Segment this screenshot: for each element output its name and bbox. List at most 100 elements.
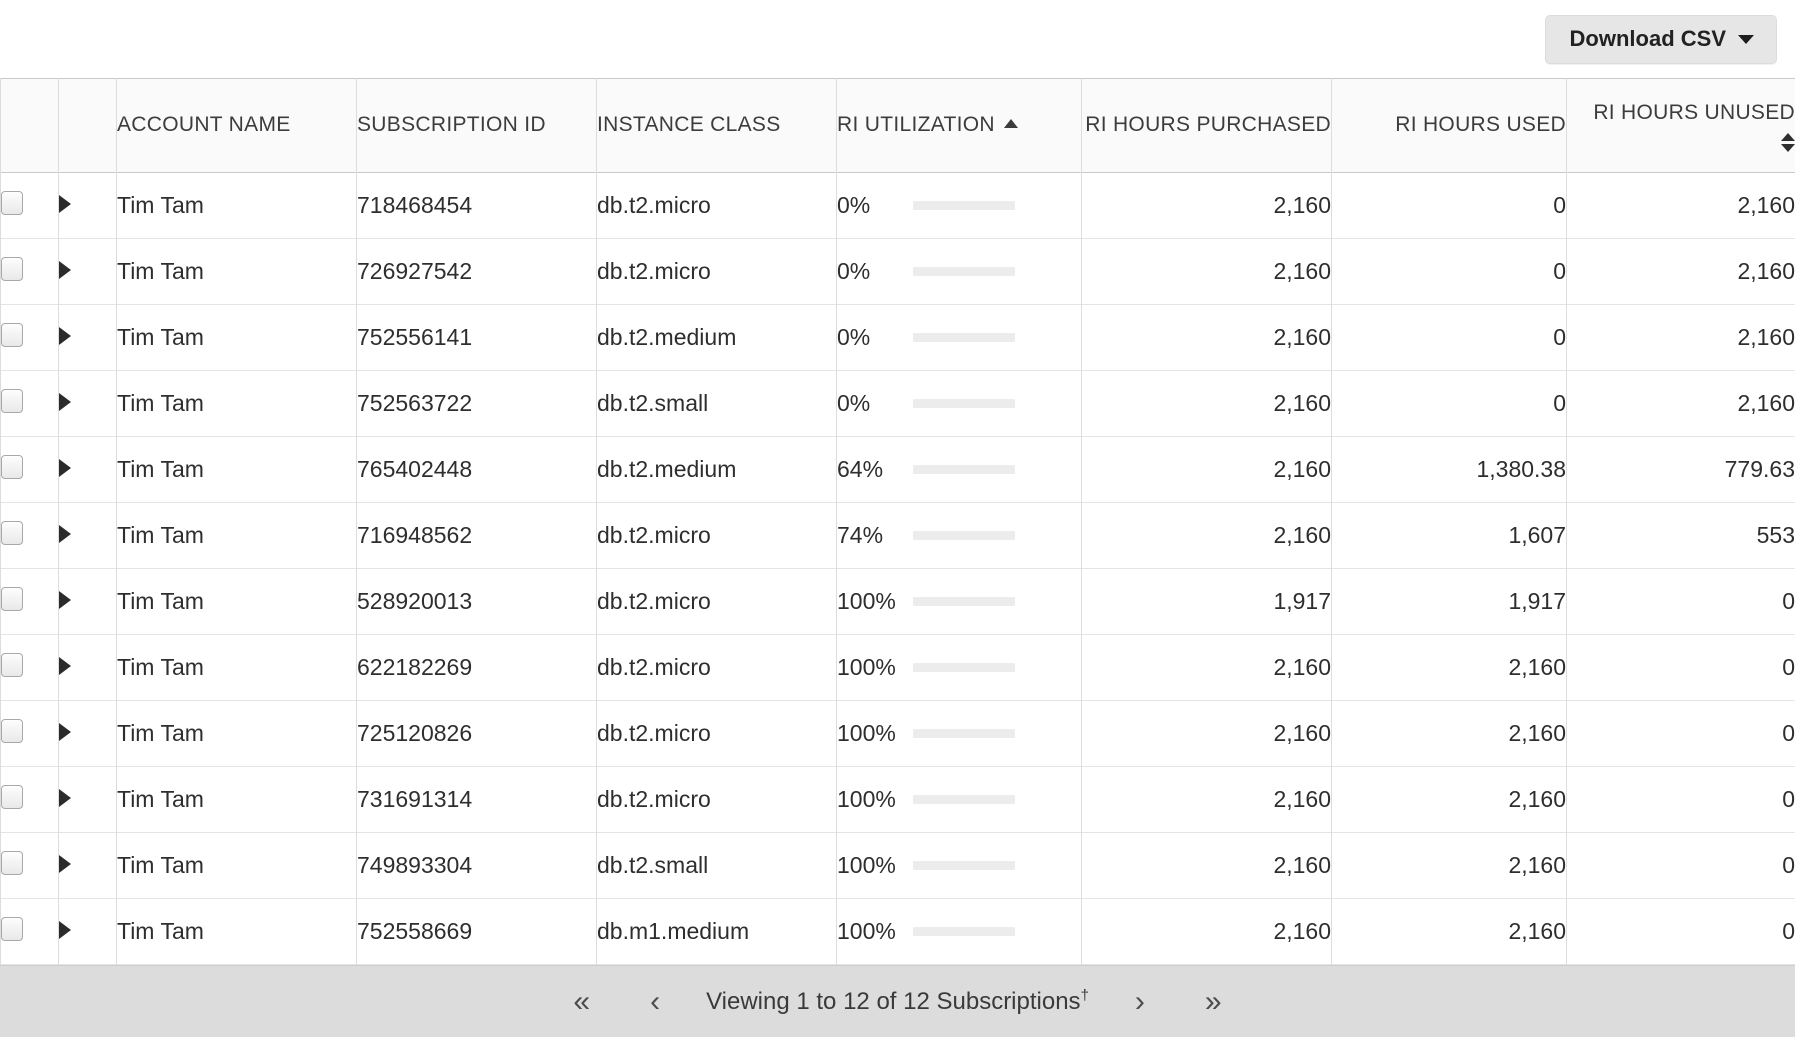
row-checkbox-cell[interactable]	[0, 436, 59, 503]
row-expand-cell[interactable]	[58, 304, 117, 371]
column-header-ri-hours-used-label: RI HOURS USED	[1395, 113, 1566, 137]
row-checkbox[interactable]	[1, 322, 23, 347]
cell-subscription-id: 752563722	[356, 370, 597, 437]
chevron-right-icon[interactable]	[59, 327, 71, 345]
row-checkbox-cell[interactable]	[0, 634, 59, 701]
pagination-last-button[interactable]: »	[1175, 986, 1252, 1017]
utilization-bar-track	[913, 729, 1015, 738]
download-csv-button[interactable]: Download CSV	[1544, 14, 1777, 64]
row-checkbox[interactable]	[1, 916, 23, 941]
column-header-ri-hours-unused[interactable]: RI HOURS UNUSED	[1566, 78, 1795, 173]
pagination-status-label: Viewing 1 to 12 of 12 Subscriptions†	[690, 987, 1105, 1016]
row-checkbox[interactable]	[1, 520, 23, 545]
table-row[interactable]: Tim Tam 726927542 db.t2.micro 0% 2,160 0 2,160	[0, 238, 1795, 305]
chevron-right-icon[interactable]	[59, 525, 71, 543]
cell-account-name: Tim Tam	[116, 634, 357, 701]
chevron-right-icon[interactable]	[59, 855, 71, 873]
utilization-percent: 0%	[837, 192, 871, 218]
table-row[interactable]: Tim Tam 731691314 db.t2.micro 100% 2,160 2,16…	[0, 766, 1795, 833]
row-expand-cell[interactable]	[58, 700, 117, 767]
row-expand-cell[interactable]	[58, 832, 117, 899]
row-expand-cell[interactable]	[58, 568, 117, 635]
pagination-next-button[interactable]: ›	[1105, 986, 1175, 1017]
chevron-right-icon[interactable]	[59, 789, 71, 807]
column-header-subscription-id[interactable]: SUBSCRIPTION ID	[356, 78, 597, 173]
row-expand-cell[interactable]	[58, 766, 117, 833]
utilization-percent: 100%	[837, 654, 896, 680]
chevron-right-icon[interactable]	[59, 723, 71, 741]
row-expand-cell[interactable]	[58, 502, 117, 569]
utilization-percent: 0%	[837, 390, 871, 416]
chevron-right-icon[interactable]	[59, 195, 71, 213]
table-row[interactable]: Tim Tam 528920013 db.t2.micro 100% 1,917 1,91…	[0, 568, 1795, 635]
chevron-right-icon[interactable]	[59, 921, 71, 939]
row-expand-cell[interactable]	[58, 370, 117, 437]
cell-ri-hours-used: 2,160	[1331, 700, 1567, 767]
column-header-ri-utilization[interactable]: RI UTILIZATION	[836, 78, 1082, 173]
cell-ri-hours-unused: 2,160	[1566, 238, 1795, 305]
row-checkbox[interactable]	[1, 586, 23, 611]
row-checkbox-cell[interactable]	[0, 766, 59, 833]
row-expand-cell[interactable]	[58, 238, 117, 305]
row-expand-cell[interactable]	[58, 634, 117, 701]
chevron-right-icon[interactable]	[59, 393, 71, 411]
pagination-prev-button[interactable]: ‹	[620, 986, 690, 1017]
row-checkbox[interactable]	[1, 256, 23, 281]
column-header-ri-hours-used[interactable]: RI HOURS USED	[1331, 78, 1567, 173]
row-checkbox-cell[interactable]	[0, 832, 59, 899]
row-checkbox-cell[interactable]	[0, 238, 59, 305]
cell-instance-class: db.t2.micro	[596, 238, 837, 305]
column-header-account-name[interactable]: ACCOUNT NAME	[116, 78, 357, 173]
cell-ri-hours-unused: 2,160	[1566, 304, 1795, 371]
table-row[interactable]: Tim Tam 622182269 db.t2.micro 100% 2,160 2,16…	[0, 634, 1795, 701]
cell-ri-utilization: 64%	[836, 436, 1082, 503]
row-checkbox[interactable]	[1, 652, 23, 677]
row-checkbox-cell[interactable]	[0, 370, 59, 437]
table-row[interactable]: Tim Tam 752563722 db.t2.small 0% 2,160 0 2,160	[0, 370, 1795, 437]
row-expand-cell[interactable]	[58, 172, 117, 239]
pagination-first-button[interactable]: «	[543, 986, 620, 1017]
cell-ri-hours-unused: 0	[1566, 832, 1795, 899]
chevron-right-icon[interactable]	[59, 591, 71, 609]
chevron-right-icon[interactable]	[59, 261, 71, 279]
cell-instance-class: db.t2.micro	[596, 634, 837, 701]
column-header-ri-hours-purchased[interactable]: RI HOURS PURCHASED	[1081, 78, 1332, 173]
subscriptions-table: ACCOUNT NAME SUBSCRIPTION ID INSTANCE CL…	[0, 78, 1795, 965]
table-row[interactable]: Tim Tam 765402448 db.t2.medium 64% 2,160 1,38…	[0, 436, 1795, 503]
utilization-percent: 0%	[837, 324, 871, 350]
caret-down-icon	[1738, 35, 1754, 44]
cell-account-name: Tim Tam	[116, 502, 357, 569]
table-row[interactable]: Tim Tam 725120826 db.t2.micro 100% 2,160 2,16…	[0, 700, 1795, 767]
column-header-instance-class[interactable]: INSTANCE CLASS	[596, 78, 837, 173]
table-row[interactable]: Tim Tam 718468454 db.t2.micro 0% 2,160 0 2,160	[0, 172, 1795, 239]
row-checkbox-cell[interactable]	[0, 502, 59, 569]
row-checkbox[interactable]	[1, 454, 23, 479]
row-checkbox-cell[interactable]	[0, 898, 59, 965]
cell-subscription-id: 731691314	[356, 766, 597, 833]
table-row[interactable]: Tim Tam 716948562 db.t2.micro 74% 2,160 1,607…	[0, 502, 1795, 569]
row-checkbox[interactable]	[1, 190, 23, 215]
cell-ri-hours-unused: 553	[1566, 502, 1795, 569]
cell-ri-hours-used: 0	[1331, 370, 1567, 437]
cell-ri-utilization: 0%	[836, 238, 1082, 305]
row-checkbox-cell[interactable]	[0, 304, 59, 371]
row-checkbox[interactable]	[1, 388, 23, 413]
row-expand-cell[interactable]	[58, 898, 117, 965]
row-checkbox-cell[interactable]	[0, 172, 59, 239]
table-row[interactable]: Tim Tam 749893304 db.t2.small 100% 2,160 2,16…	[0, 832, 1795, 899]
row-checkbox[interactable]	[1, 850, 23, 875]
column-header-ri-utilization-label: RI UTILIZATION	[837, 113, 995, 137]
row-expand-cell[interactable]	[58, 436, 117, 503]
row-checkbox[interactable]	[1, 784, 23, 809]
chevron-right-icon[interactable]	[59, 459, 71, 477]
row-checkbox-cell[interactable]	[0, 568, 59, 635]
chevron-right-icon[interactable]	[59, 657, 71, 675]
column-header-select-all[interactable]	[0, 78, 59, 173]
row-checkbox[interactable]	[1, 718, 23, 743]
table-row[interactable]: Tim Tam 752558669 db.m1.medium 100% 2,160 2,1…	[0, 898, 1795, 965]
cell-instance-class: db.t2.micro	[596, 172, 837, 239]
cell-ri-hours-purchased: 2,160	[1081, 304, 1332, 371]
table-row[interactable]: Tim Tam 752556141 db.t2.medium 0% 2,160 0 2,16…	[0, 304, 1795, 371]
utilization-bar-track	[913, 927, 1015, 936]
row-checkbox-cell[interactable]	[0, 700, 59, 767]
